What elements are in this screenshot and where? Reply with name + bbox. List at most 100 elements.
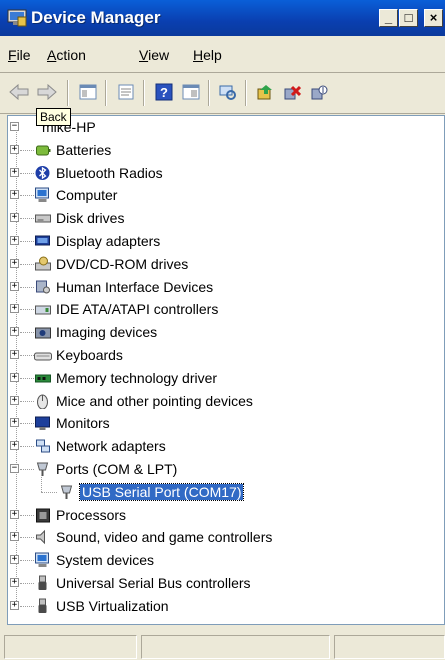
tree-connector-line [20,218,34,220]
tree-item-label: Disk drives [56,210,125,227]
tree-item-label: Ports (COM & LPT) [56,461,178,477]
toolbar-separator [67,80,69,106]
disable-icon[interactable] [307,80,331,104]
svg-text:?: ? [160,85,168,100]
tree-connector-line [20,377,34,379]
tree-expander[interactable]: + [10,372,19,382]
keyboard-icon [34,352,52,361]
menu-action[interactable]: Action [47,47,86,63]
tree-expander[interactable]: + [10,555,19,565]
tree-item-device[interactable]: USB Serial Port (COM17) [58,481,245,503]
tree-item-category[interactable]: Disk drives [34,207,124,229]
tree-expander[interactable]: + [10,213,19,223]
tree-item-category[interactable]: Keyboards [34,344,123,366]
tree-expander[interactable]: + [10,327,19,337]
tree-item-category[interactable]: Display adapters [34,230,160,252]
forward-arrow-icon[interactable] [35,80,59,104]
close-button[interactable]: × [424,9,443,27]
tree-item-category[interactable]: Monitors [34,412,110,434]
tree-expander[interactable]: + [10,167,19,177]
tree-item-label: Batteries [56,141,112,158]
tree-connector-line [20,355,34,356]
menu-view[interactable]: View [139,47,169,63]
usb-icon [38,598,47,613]
tree-connector-line [20,241,34,242]
tree-expander[interactable]: + [10,258,19,268]
uninstall-icon[interactable] [280,80,304,104]
show-hide-tree-icon[interactable] [76,80,100,104]
sound-icon [36,530,45,545]
help-icon[interactable]: ? [152,80,176,104]
port-icon [60,485,73,499]
tree-connector-line [20,605,34,607]
scan-hardware-icon[interactable] [216,80,240,104]
title-bar[interactable]: Device Manager _ □ × [0,0,445,36]
tree-item-category[interactable]: Imaging devices [34,321,157,343]
tree-connector-line [41,474,42,492]
tree-item-category[interactable]: Human Interface Devices [34,276,213,298]
tree-item-category[interactable]: System devices [34,549,154,571]
tree-item-category[interactable]: Bluetooth Radios [34,162,163,184]
properties-icon[interactable] [114,80,138,104]
tree-item-category[interactable]: Universal Serial Bus controllers [34,572,251,594]
tree-connector-line [20,149,34,151]
tree-item-category[interactable]: Processors [34,504,126,526]
tree-connector-line [20,469,34,470]
tree-item-category[interactable]: Sound, video and game controllers [34,526,272,548]
tree-expander[interactable]: + [10,532,19,542]
console-tree-icon[interactable] [179,80,203,104]
tree-connector-line [41,491,57,493]
display-adapter-icon [35,235,50,246]
tree-expander[interactable]: + [10,350,19,359]
tree-connector-line [20,400,34,402]
tree-expander[interactable]: + [10,418,19,428]
tree-item-label: Imaging devices [56,324,158,341]
tree-expander[interactable]: + [10,190,19,200]
status-pane [141,635,330,659]
tree-item-label: USB Serial Port (COM17) [78,482,245,501]
tree-item-category[interactable]: Network adapters [34,435,166,457]
device-tree[interactable]: − mike-HP + Batteries + Bluetooth Radios + Comp… [7,115,445,625]
menu-file[interactable]: File [8,47,31,63]
tree-expander[interactable]: + [10,441,19,451]
network-icon [36,439,50,453]
toolbar-separator [245,80,247,106]
maximize-button[interactable]: □ [399,9,418,27]
back-arrow-icon[interactable] [7,80,31,104]
tree-connector-line [20,195,34,197]
minimize-button[interactable]: _ [379,9,398,27]
tree-connector-line [20,263,34,265]
ide-controller-icon [35,305,51,315]
tree-item-category[interactable]: USB Virtualization [34,595,169,617]
hid-icon [36,280,50,294]
tree-item-label: Network adapters [56,438,166,455]
tree-expander[interactable]: + [10,509,19,519]
tree-item-category[interactable]: Computer [34,184,117,206]
tree-item-category[interactable]: Memory technology driver [34,367,217,389]
tree-connector-line [20,172,34,174]
device-manager-icon [7,9,27,27]
tree-item-category[interactable]: Ports (COM & LPT) [34,458,177,480]
menu-help[interactable]: Help [193,47,222,63]
monitor-icon [35,416,50,431]
tree-expander[interactable]: + [10,144,19,154]
tree-item-category[interactable]: IDE ATA/ATAPI controllers [34,298,218,320]
status-pane [4,635,137,659]
tree-item-category[interactable]: Batteries [34,139,111,161]
tree-expander[interactable]: + [10,304,19,314]
tree-connector-line [20,514,34,516]
update-driver-icon[interactable] [253,80,277,104]
tree-expander[interactable]: + [10,600,19,610]
tree-item-category[interactable]: Mice and other pointing devices [34,390,253,412]
tree-item-label: Universal Serial Bus controllers [56,575,251,591]
tree-item-label: Memory technology driver [56,369,218,386]
tree-expander[interactable]: − [10,464,19,473]
tree-expander[interactable]: + [10,578,19,587]
tree-item-category[interactable]: DVD/CD-ROM drives [34,253,188,275]
tree-expander[interactable]: + [10,395,19,405]
tree-item-label: Processors [56,506,127,523]
tree-expander[interactable]: + [10,281,19,291]
tree-expander[interactable]: + [10,236,19,245]
root-expander[interactable]: − [10,122,19,131]
tree-item-label: Bluetooth Radios [56,164,163,181]
